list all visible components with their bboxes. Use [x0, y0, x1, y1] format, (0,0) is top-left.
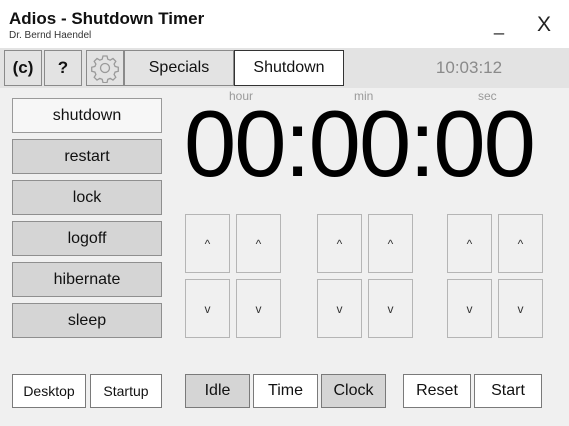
copyright-button[interactable]: (c) — [4, 50, 42, 86]
gear-icon — [91, 55, 119, 83]
startup-button[interactable]: Startup — [90, 374, 162, 408]
help-button[interactable]: ? — [44, 50, 82, 86]
current-time: 10:03:12 — [435, 58, 503, 77]
min-ones-up-button[interactable]: ^ — [368, 214, 413, 273]
mode-idle-button[interactable]: Idle — [185, 374, 250, 408]
sec-ones-up-button[interactable]: ^ — [498, 214, 543, 273]
mode-time-button[interactable]: Time — [253, 374, 318, 408]
action-shutdown-button[interactable]: shutdown — [12, 98, 162, 133]
sec-tens-up-button[interactable]: ^ — [447, 214, 492, 273]
sec-tens-down-button[interactable]: v — [447, 279, 492, 338]
hour-ones-up-button[interactable]: ^ — [236, 214, 281, 273]
min-tens-up-button[interactable]: ^ — [317, 214, 362, 273]
timer-display: 00:00:00 — [184, 91, 536, 196]
app-author: Dr. Bernd Haendel — [9, 30, 92, 41]
hour-tens-down-button[interactable]: v — [185, 279, 230, 338]
desktop-button[interactable]: Desktop — [12, 374, 86, 408]
action-sleep-button[interactable]: sleep — [12, 303, 162, 338]
sec-ones-down-button[interactable]: v — [498, 279, 543, 338]
mode-clock-button[interactable]: Clock — [321, 374, 386, 408]
action-restart-button[interactable]: restart — [12, 139, 162, 174]
tab-specials[interactable]: Specials — [124, 50, 234, 86]
tab-shutdown[interactable]: Shutdown — [234, 50, 344, 86]
hour-ones-down-button[interactable]: v — [236, 279, 281, 338]
minimize-button[interactable]: _ — [494, 16, 504, 34]
reset-button[interactable]: Reset — [403, 374, 471, 408]
start-button[interactable]: Start — [474, 374, 542, 408]
app-title: Adios - Shutdown Timer — [9, 9, 205, 28]
min-tens-down-button[interactable]: v — [317, 279, 362, 338]
action-hibernate-button[interactable]: hibernate — [12, 262, 162, 297]
action-lock-button[interactable]: lock — [12, 180, 162, 215]
close-button[interactable]: X — [537, 13, 551, 37]
min-ones-down-button[interactable]: v — [368, 279, 413, 338]
action-logoff-button[interactable]: logoff — [12, 221, 162, 256]
settings-button[interactable] — [86, 50, 124, 86]
hour-tens-up-button[interactable]: ^ — [185, 214, 230, 273]
